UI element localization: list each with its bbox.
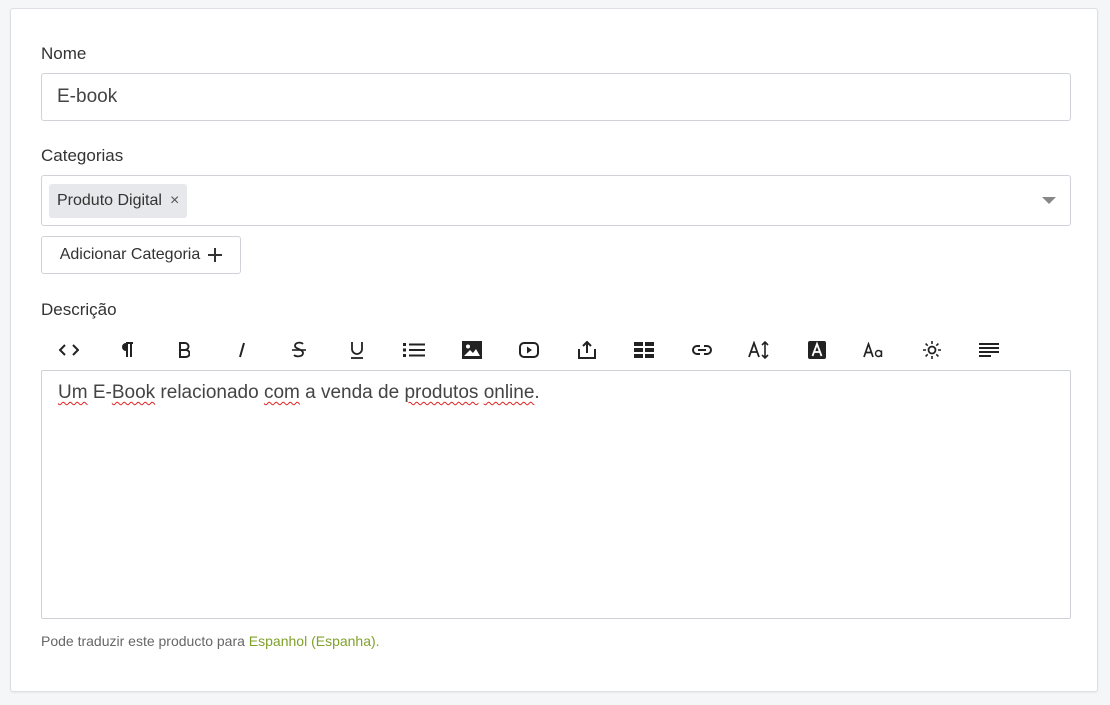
upload-icon[interactable]	[567, 333, 607, 367]
font-size-icon[interactable]	[854, 333, 894, 367]
product-form-card: Nome Categorias Produto Digital × Adicio…	[10, 8, 1098, 692]
editor-text: Um E-Book relacionado com a venda de pro…	[58, 382, 540, 403]
text-color-icon[interactable]	[797, 333, 837, 367]
bold-icon[interactable]	[164, 333, 204, 367]
translation-hint-text: Pode traduzir este producto para	[41, 633, 249, 649]
remove-category-icon[interactable]: ×	[170, 192, 179, 210]
category-chip-label: Produto Digital	[57, 192, 162, 209]
underline-icon[interactable]	[337, 333, 377, 367]
text-segment: E-	[87, 382, 112, 403]
align-icon[interactable]	[969, 333, 1009, 367]
add-category-label: Adicionar Categoria	[59, 246, 201, 263]
text-segment: a venda de	[299, 382, 405, 403]
link-icon[interactable]	[682, 333, 722, 367]
category-chip: Produto Digital ×	[49, 184, 188, 218]
misspelled-word: online	[483, 382, 535, 403]
description-editor[interactable]: Um E-Book relacionado com a venda de pro…	[41, 370, 1071, 619]
text-segment: relacionado	[155, 382, 264, 403]
line-height-icon[interactable]	[739, 333, 779, 367]
table-icon[interactable]	[624, 333, 664, 367]
categories-select[interactable]: Produto Digital ×	[41, 175, 1071, 226]
video-icon[interactable]	[509, 333, 549, 367]
name-label: Nome	[41, 44, 87, 63]
strikethrough-icon[interactable]	[279, 333, 319, 367]
misspelled-word: com	[263, 382, 300, 403]
editor-toolbar	[41, 333, 1071, 367]
code-view-icon[interactable]	[49, 333, 89, 367]
text-segment: .	[534, 382, 540, 403]
misspelled-word: Book	[111, 382, 156, 403]
categories-label: Categorias	[41, 146, 124, 165]
image-icon[interactable]	[452, 333, 492, 367]
plus-icon	[208, 248, 223, 262]
translation-hint-suffix: .	[375, 633, 380, 649]
description-label: Descrição	[41, 300, 117, 319]
list-icon[interactable]	[394, 333, 434, 367]
misspelled-word: Um	[58, 382, 88, 403]
chevron-down-icon[interactable]	[1042, 197, 1056, 204]
italic-icon[interactable]	[222, 333, 262, 367]
paragraph-icon[interactable]	[107, 333, 147, 367]
translation-link[interactable]: Espanhol (Espanha)	[249, 633, 376, 649]
add-category-button[interactable]: Adicionar Categoria	[41, 236, 241, 274]
misspelled-word: produtos	[404, 382, 479, 403]
name-input[interactable]	[41, 73, 1071, 121]
special-characters-icon[interactable]	[912, 333, 952, 367]
translation-hint: Pode traduzir este producto para Espanho…	[41, 633, 380, 649]
